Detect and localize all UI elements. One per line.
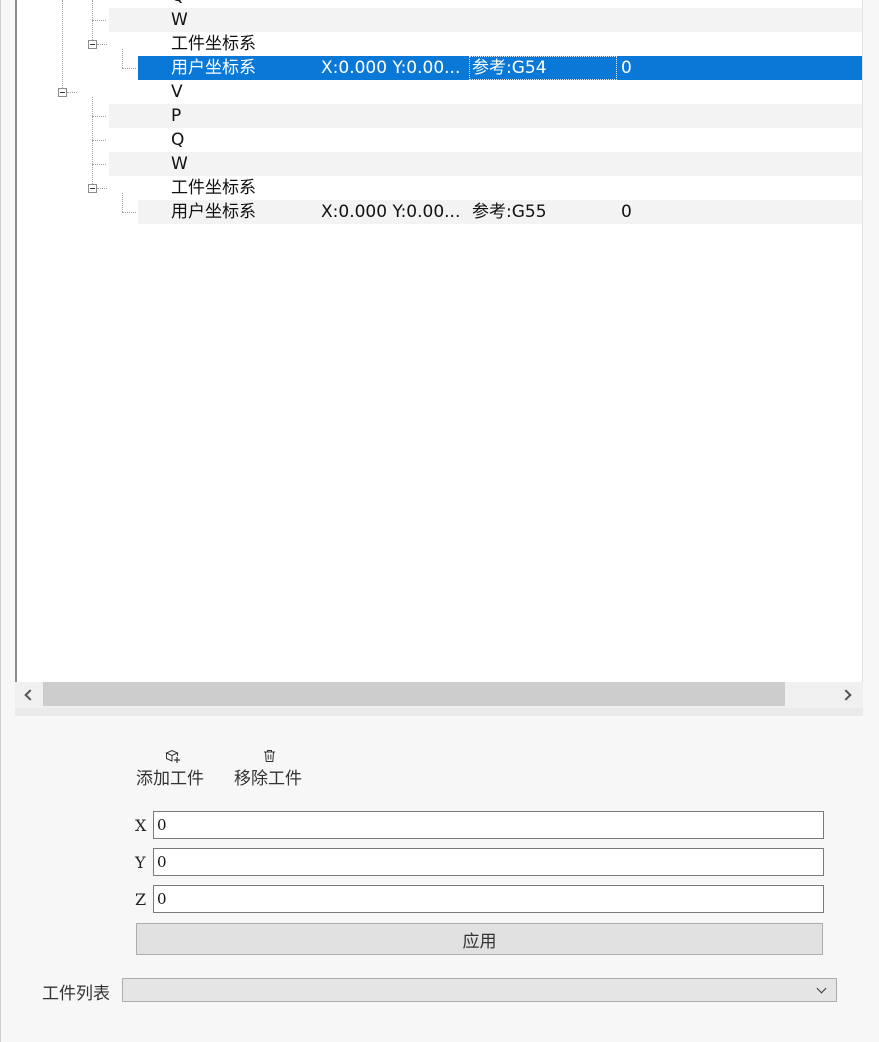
- collapse-toggle-icon[interactable]: [88, 40, 97, 49]
- tree-row[interactable]: W: [17, 152, 862, 176]
- row-label: 工件坐标系: [171, 178, 256, 198]
- row-label: Q: [171, 130, 185, 150]
- coordinate-tree-view[interactable]: Q W 工件坐标系 用户坐标系 X:0.000 Y:0.00... 参考:G54…: [15, 0, 863, 708]
- workpiece-list-dropdown[interactable]: [122, 978, 837, 1002]
- row-label: P: [171, 106, 182, 126]
- trash-icon: [263, 748, 277, 762]
- row-label: V: [171, 82, 183, 102]
- collapse-toggle-icon[interactable]: [88, 184, 97, 193]
- row-coordinates: X:0.000 Y:0.00...: [321, 58, 461, 78]
- row-label: W: [171, 154, 188, 174]
- row-label: Q: [171, 0, 311, 8]
- tree-bottom-strip: [15, 708, 863, 716]
- tree-row[interactable]: V: [17, 80, 862, 104]
- remove-workpiece-label: 移除工件: [234, 769, 302, 789]
- row-label: W: [171, 10, 188, 30]
- scrollbar-thumb[interactable]: [43, 682, 785, 706]
- chevron-down-icon: [814, 983, 828, 996]
- collapse-toggle-icon[interactable]: [58, 88, 67, 97]
- add-workpiece-button[interactable]: 添加工件: [136, 748, 212, 789]
- chevron-right-icon: [840, 689, 852, 701]
- apply-button[interactable]: 应用: [136, 923, 823, 955]
- tree-row[interactable]: 用户坐标系 X:0.000 Y:0.00... 参考:G55 0: [17, 200, 862, 224]
- z-label: Z: [135, 890, 147, 909]
- row-reference: 参考:G55: [472, 202, 547, 222]
- workpiece-list-label: 工件列表: [42, 984, 110, 1004]
- tree-row[interactable]: 工件坐标系: [17, 32, 862, 56]
- y-label: Y: [135, 853, 146, 872]
- row-coordinates: X:0.000 Y:0.00...: [321, 202, 461, 222]
- tree-row-selected[interactable]: 用户坐标系 X:0.000 Y:0.00... 参考:G54 0: [17, 56, 862, 80]
- tree-row[interactable]: Q: [17, 128, 862, 152]
- add-workpiece-label: 添加工件: [136, 769, 204, 789]
- scroll-right-button[interactable]: [835, 682, 861, 708]
- row-value: 0: [621, 202, 632, 222]
- window-left-edge: [0, 0, 1, 1042]
- tree-row[interactable]: W: [17, 8, 862, 32]
- row-label: 工件坐标系: [171, 34, 256, 54]
- z-input[interactable]: [153, 885, 824, 913]
- tree-row[interactable]: Q: [17, 0, 862, 8]
- remove-workpiece-button[interactable]: 移除工件: [234, 748, 310, 789]
- tree-row[interactable]: P: [17, 104, 862, 128]
- add-box-icon: [165, 748, 180, 763]
- scroll-left-button[interactable]: [15, 682, 41, 708]
- x-input[interactable]: [153, 811, 824, 839]
- chevron-left-icon: [24, 689, 36, 701]
- row-label: 用户坐标系: [171, 202, 256, 222]
- row-label: 用户坐标系: [171, 58, 256, 78]
- row-reference: 参考:G54: [469, 56, 617, 80]
- tree-row[interactable]: 工件坐标系: [17, 176, 862, 200]
- horizontal-scrollbar[interactable]: [15, 682, 863, 708]
- row-value: 0: [621, 58, 632, 78]
- x-label: X: [135, 816, 147, 835]
- y-input[interactable]: [153, 848, 824, 876]
